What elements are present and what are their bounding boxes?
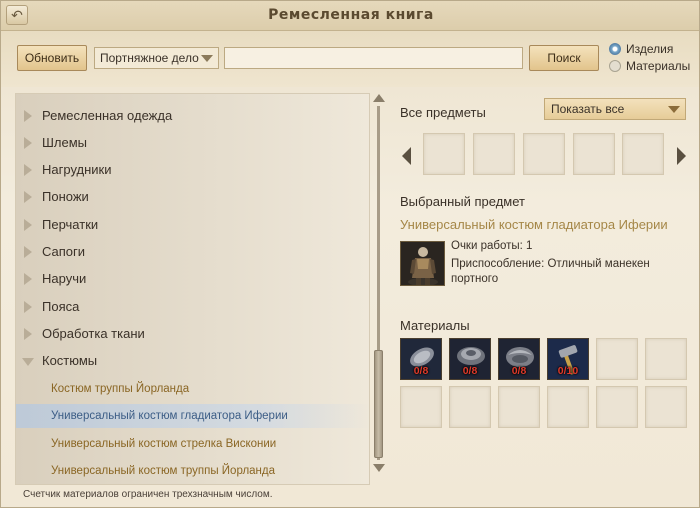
- title-bar: ↶ Ремесленная книга: [1, 1, 699, 31]
- material-slot-empty: [400, 386, 442, 428]
- scroll-up-arrow-icon[interactable]: [373, 94, 385, 102]
- search-button[interactable]: Поиск: [529, 45, 599, 71]
- recipe-label: Универсальный костюм гладиатора Иферии: [51, 410, 288, 422]
- tool-hammer-icon[interactable]: 0/10: [547, 338, 589, 380]
- category-item[interactable]: Поножи: [16, 184, 371, 210]
- selected-item-title: Выбранный предмет: [400, 194, 525, 209]
- radio-items-label: Изделия: [626, 42, 674, 56]
- material-count: 0/8: [413, 365, 429, 377]
- window-title: Ремесленная книга: [268, 7, 434, 23]
- search-input[interactable]: [224, 47, 523, 69]
- thread-spool-icon[interactable]: 0/8: [449, 338, 491, 380]
- all-items-title: Все предметы: [400, 105, 486, 120]
- selected-item-name: Универсальный костюм гладиатора Иферии: [400, 217, 668, 232]
- carousel-left-arrow-icon[interactable]: [402, 147, 411, 165]
- category-item[interactable]: Нагрудники: [16, 157, 371, 183]
- item-slot[interactable]: [423, 133, 465, 175]
- recipe-item[interactable]: Костюм труппы Йорланда: [16, 377, 371, 401]
- recipe-label: Универсальный костюм стрелка Висконии: [51, 438, 277, 450]
- category-label: Костюмы: [42, 353, 98, 368]
- category-item[interactable]: Шлемы: [16, 130, 371, 156]
- category-label: Сапоги: [42, 244, 86, 259]
- category-label: Пояса: [42, 299, 80, 314]
- tool-text-line2: портного: [451, 273, 499, 285]
- recipe-label: Костюм труппы Йорланда: [51, 383, 190, 395]
- category-label: Поножи: [42, 189, 89, 204]
- refresh-button[interactable]: Обновить: [17, 45, 87, 71]
- material-slot-empty: [596, 338, 638, 380]
- expand-triangle-icon: [24, 164, 32, 176]
- materials-title: Материалы: [400, 318, 470, 333]
- category-item[interactable]: Пояса: [16, 294, 371, 320]
- craft-type-select[interactable]: Портняжное дело: [94, 47, 219, 69]
- category-label: Перчатки: [42, 217, 99, 232]
- chevron-down-icon: [201, 55, 213, 62]
- craft-type-select-value: Портняжное дело: [100, 51, 199, 65]
- material-slot-empty: [498, 386, 540, 428]
- expand-triangle-icon: [24, 191, 32, 203]
- recipe-label: Универсальный костюм труппы Йорланда: [51, 465, 276, 477]
- category-item[interactable]: Сапоги: [16, 239, 371, 265]
- category-label: Обработка ткани: [42, 326, 145, 341]
- details-panel: Все предметы Показать все Выбранный пред…: [393, 93, 693, 483]
- scroll-thumb[interactable]: [374, 350, 383, 458]
- material-count: 0/10: [557, 365, 579, 377]
- radio-selected-icon: [609, 43, 621, 55]
- expand-triangle-icon: [24, 328, 32, 340]
- expand-triangle-icon: [24, 246, 32, 258]
- category-label: Нагрудники: [42, 162, 112, 177]
- collapse-triangle-icon: [22, 358, 34, 366]
- category-label: Шлемы: [42, 135, 88, 150]
- expand-triangle-icon: [24, 110, 32, 122]
- expand-triangle-icon: [24, 301, 32, 313]
- material-slot-empty: [645, 386, 687, 428]
- radio-materials-label: Материалы: [626, 59, 691, 73]
- list-scrollbar[interactable]: [373, 94, 385, 472]
- category-item[interactable]: Наручи: [16, 266, 371, 292]
- expand-triangle-icon: [24, 137, 32, 149]
- material-count: 0/8: [462, 365, 478, 377]
- category-item[interactable]: Ремесленная одежда: [16, 103, 371, 129]
- material-slot-empty: [645, 338, 687, 380]
- carousel-right-arrow-icon[interactable]: [677, 147, 686, 165]
- material-slot-empty: [596, 386, 638, 428]
- crafting-book-window: ↶ Ремесленная книга Обновить Портняжное …: [0, 0, 700, 508]
- category-item[interactable]: Обработка ткани: [16, 321, 371, 347]
- fabric-roll-icon[interactable]: 0/8: [400, 338, 442, 380]
- recipe-item-selected[interactable]: Универсальный костюм гладиатора Иферии: [16, 404, 371, 428]
- material-count: 0/8: [511, 365, 527, 377]
- footer-note: Счетчик материалов ограничен трехзначным…: [23, 489, 273, 500]
- recipe-list: Ремесленная одежда Шлемы Нагрудники Поно…: [15, 93, 371, 485]
- work-points-text: Очки работы: 1: [451, 240, 533, 252]
- category-label: Ремесленная одежда: [42, 108, 173, 123]
- item-slot[interactable]: [473, 133, 515, 175]
- item-slot[interactable]: [622, 133, 664, 175]
- material-slot-empty: [449, 386, 491, 428]
- show-all-select-value: Показать все: [551, 102, 625, 116]
- leather-bundle-icon[interactable]: 0/8: [498, 338, 540, 380]
- material-slot-empty: [547, 386, 589, 428]
- radio-unselected-icon: [609, 60, 621, 72]
- category-item-expanded[interactable]: Костюмы: [16, 348, 371, 374]
- gladiator-figure-svg: [401, 242, 444, 285]
- toolbar: Обновить Портняжное дело Поиск Изделия М…: [1, 31, 699, 87]
- tool-text-line1: Приспособление: Отличный манекен: [451, 258, 650, 270]
- recipe-item[interactable]: Универсальный костюм стрелка Висконии: [16, 432, 371, 456]
- chevron-down-icon: [668, 106, 680, 113]
- category-label: Наручи: [42, 271, 87, 286]
- expand-triangle-icon: [24, 219, 32, 231]
- scroll-down-arrow-icon[interactable]: [373, 464, 385, 472]
- recipe-item[interactable]: Универсальный костюм труппы Йорланда: [16, 459, 371, 483]
- expand-triangle-icon: [24, 273, 32, 285]
- item-slot[interactable]: [523, 133, 565, 175]
- item-slot[interactable]: [573, 133, 615, 175]
- category-item[interactable]: Перчатки: [16, 212, 371, 238]
- show-all-select[interactable]: Показать все: [544, 98, 686, 120]
- gladiator-costume-icon[interactable]: [400, 241, 445, 286]
